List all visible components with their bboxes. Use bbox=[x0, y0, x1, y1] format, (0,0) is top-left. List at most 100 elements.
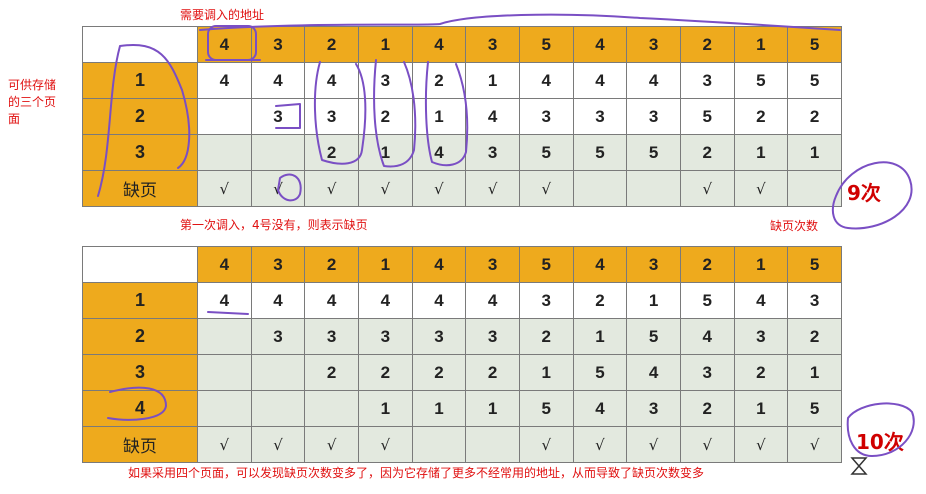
frame-cell: 4 bbox=[465, 98, 520, 135]
frame-cell bbox=[250, 134, 306, 171]
reference-cell: 1 bbox=[357, 246, 413, 283]
frame-cell: 4 bbox=[626, 62, 681, 99]
fault-mark bbox=[626, 170, 681, 207]
frame-cell: 3 bbox=[411, 318, 467, 355]
frame-row: 4 1 1 1 5 4 3 2 1 5 bbox=[82, 390, 842, 427]
frame-label: 1 bbox=[82, 62, 198, 99]
frame-row: 3 2 2 2 2 1 5 4 3 2 1 bbox=[82, 354, 842, 391]
frame-cell: 3 bbox=[787, 282, 842, 319]
fault-mark: √ bbox=[304, 426, 359, 463]
frame-cell: 4 bbox=[572, 390, 628, 427]
frame-cell: 4 bbox=[357, 282, 413, 319]
frame-row: 2 3 3 2 1 4 3 3 3 5 2 2 bbox=[82, 98, 842, 135]
available-pages-label-line1: 可供存储 bbox=[8, 78, 57, 92]
frame-cell: 1 bbox=[357, 390, 413, 427]
three-page-table: 4 3 2 1 4 3 5 4 3 2 1 5 1 4 4 4 3 2 1 4 … bbox=[82, 26, 842, 207]
fault-mark: √ bbox=[250, 170, 306, 207]
frame-cell bbox=[304, 390, 359, 427]
frame-cell: 2 bbox=[679, 134, 735, 171]
frame-cell: 1 bbox=[518, 354, 574, 391]
reference-cell: 4 bbox=[411, 246, 467, 283]
frame-cell: 1 bbox=[787, 354, 842, 391]
frame-cell bbox=[197, 134, 252, 171]
frame-cell: 5 bbox=[679, 98, 735, 135]
frame-cell: 2 bbox=[411, 62, 467, 99]
frame-cell: 1 bbox=[465, 62, 520, 99]
frame-cell: 2 bbox=[465, 354, 520, 391]
reference-cell: 4 bbox=[572, 26, 628, 63]
frame-row: 3 2 1 4 3 5 5 5 2 1 1 bbox=[82, 134, 842, 171]
frame-cell: 4 bbox=[197, 282, 252, 319]
reference-cell: 1 bbox=[733, 26, 789, 63]
frame-cell bbox=[250, 390, 306, 427]
fault-mark: √ bbox=[626, 426, 681, 463]
frame-cell: 1 bbox=[411, 98, 467, 135]
available-pages-label: 可供存储 的三个页 面 bbox=[8, 77, 56, 128]
frame-cell: 3 bbox=[733, 318, 789, 355]
frame-cell: 5 bbox=[518, 134, 574, 171]
page-fault-row: 缺页 √ √ √ √ √ √ √ √ √ bbox=[82, 170, 842, 207]
reference-cell: 3 bbox=[626, 26, 681, 63]
frame-cell bbox=[197, 354, 252, 391]
fault-mark: √ bbox=[304, 170, 359, 207]
fault-mark: √ bbox=[572, 426, 628, 463]
four-pages-explanation: 如果采用四个页面，可以发现缺页次数变多了，因为它存储了更多不经常用的地址，从而导… bbox=[128, 466, 705, 480]
reference-cell: 2 bbox=[679, 246, 735, 283]
first-load-note: 第一次调入，4号没有，则表示缺页 bbox=[180, 218, 368, 232]
frame-cell: 5 bbox=[572, 134, 628, 171]
frame-cell: 2 bbox=[733, 354, 789, 391]
frame-cell: 1 bbox=[733, 390, 789, 427]
fault-mark: √ bbox=[679, 170, 735, 207]
frame-cell: 4 bbox=[250, 282, 306, 319]
fault-mark: √ bbox=[357, 426, 413, 463]
frame-cell: 5 bbox=[679, 282, 735, 319]
frame-cell: 2 bbox=[787, 318, 842, 355]
frame-cell: 4 bbox=[250, 62, 306, 99]
frame-cell: 3 bbox=[357, 62, 413, 99]
frame-cell: 5 bbox=[787, 62, 842, 99]
reference-cell: 3 bbox=[250, 26, 306, 63]
fault-mark bbox=[572, 170, 628, 207]
page-fault-label: 缺页 bbox=[82, 426, 198, 463]
reference-cell: 2 bbox=[679, 26, 735, 63]
frame-cell bbox=[197, 390, 252, 427]
frame-cell: 2 bbox=[304, 354, 359, 391]
frame-cell: 5 bbox=[518, 390, 574, 427]
reference-cell: 3 bbox=[626, 246, 681, 283]
table-corner bbox=[82, 246, 198, 283]
frame-cell: 1 bbox=[357, 134, 413, 171]
frame-row: 2 3 3 3 3 3 2 1 5 4 3 2 bbox=[82, 318, 842, 355]
frame-cell: 2 bbox=[787, 98, 842, 135]
reference-cell: 3 bbox=[465, 26, 520, 63]
frame-cell: 1 bbox=[787, 134, 842, 171]
hourglass-icon bbox=[850, 457, 868, 475]
reference-cell: 2 bbox=[304, 26, 359, 63]
frame-cell: 2 bbox=[357, 98, 413, 135]
fault-mark: √ bbox=[518, 170, 574, 207]
frame-cell: 2 bbox=[679, 390, 735, 427]
fault-mark bbox=[411, 426, 467, 463]
frame-cell: 4 bbox=[304, 282, 359, 319]
frame-row: 1 4 4 4 3 2 1 4 4 4 3 5 5 bbox=[82, 62, 842, 99]
reference-string-row: 4 3 2 1 4 3 5 4 3 2 1 5 bbox=[82, 26, 842, 63]
frame-label: 4 bbox=[82, 390, 198, 427]
frame-cell: 5 bbox=[626, 318, 681, 355]
fault-mark: √ bbox=[197, 170, 252, 207]
frame-cell: 4 bbox=[572, 62, 628, 99]
frame-cell: 3 bbox=[518, 98, 574, 135]
frame-label: 2 bbox=[82, 98, 198, 135]
frame-cell: 1 bbox=[626, 282, 681, 319]
table-corner bbox=[82, 26, 198, 63]
reference-cell: 2 bbox=[304, 246, 359, 283]
frame-label: 3 bbox=[82, 354, 198, 391]
fault-mark: √ bbox=[357, 170, 413, 207]
frame-cell: 3 bbox=[572, 98, 628, 135]
frame-cell: 4 bbox=[465, 282, 520, 319]
frame-cell: 4 bbox=[679, 318, 735, 355]
frame-cell bbox=[197, 98, 252, 135]
page-fault-label: 缺页 bbox=[82, 170, 198, 207]
fault-mark: √ bbox=[679, 426, 735, 463]
frame-cell: 4 bbox=[197, 62, 252, 99]
frame-cell: 3 bbox=[518, 282, 574, 319]
frame-cell: 3 bbox=[357, 318, 413, 355]
